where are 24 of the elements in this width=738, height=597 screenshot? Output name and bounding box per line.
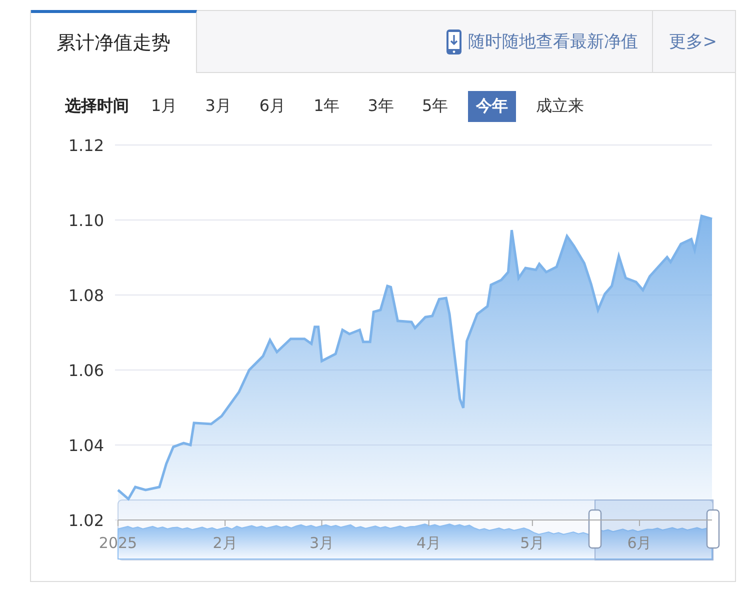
chart-tab[interactable]: 累计净值走势 [31, 10, 197, 73]
more-link[interactable]: 更多> [652, 10, 735, 72]
range-option[interactable]: 成立来 [528, 91, 592, 122]
axis-label: 2月 [212, 534, 238, 552]
range-option[interactable]: 3年 [360, 91, 402, 122]
range-option[interactable]: 5年 [414, 91, 456, 122]
axis-label: 4月 [416, 534, 442, 552]
axis-label: 1.10 [68, 211, 104, 230]
axis-label: 1.04 [68, 436, 104, 455]
axis-label: 1.08 [68, 286, 104, 305]
axis-label: 5月 [520, 534, 545, 552]
axis-label: 6月 [627, 534, 652, 552]
axis-label: 3月 [309, 534, 334, 552]
axis-label: 1.12 [68, 136, 104, 155]
time-label: 选择时间 [65, 96, 129, 117]
axis-label: 1.02 [68, 511, 104, 530]
phone-download-icon [446, 28, 462, 54]
range-option[interactable]: 1年 [306, 91, 348, 122]
range-option[interactable]: 1月 [143, 91, 186, 122]
range-option[interactable]: 3月 [197, 91, 240, 122]
range-option[interactable]: 6月 [251, 91, 294, 122]
axis-label: 1.06 [68, 361, 104, 380]
range-option[interactable]: 今年 [468, 91, 516, 122]
app-link[interactable]: 随时随地查看最新净值 [446, 10, 653, 72]
